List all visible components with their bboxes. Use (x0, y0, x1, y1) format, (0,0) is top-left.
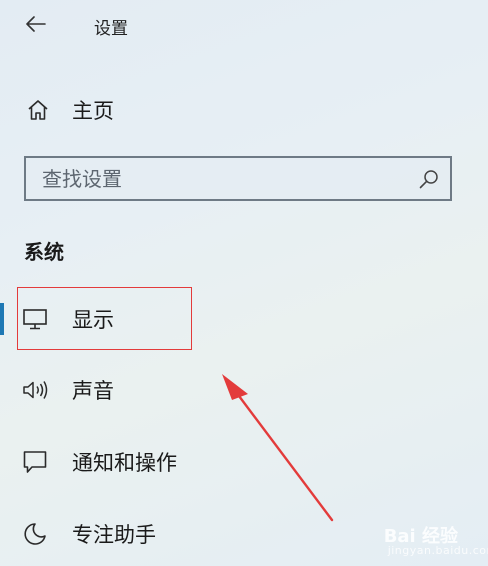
watermark-url: jingyan.baidu.com (387, 544, 488, 557)
annotation-arrow-icon (222, 374, 334, 522)
watermark: Bai 经验 jingyan.baidu.com (384, 522, 488, 557)
